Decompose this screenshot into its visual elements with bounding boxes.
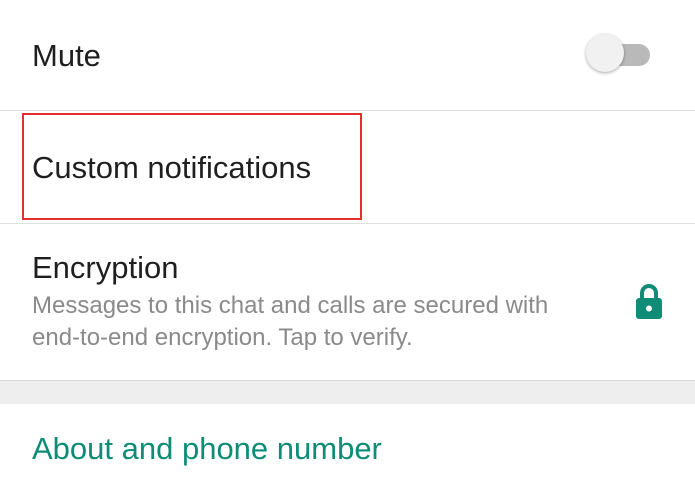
encryption-row[interactable]: Encryption Messages to this chat and cal… xyxy=(0,224,695,380)
section-separator xyxy=(0,380,695,404)
mute-toggle[interactable] xyxy=(586,34,652,74)
lock-icon xyxy=(636,284,662,319)
mute-row[interactable]: Mute xyxy=(0,0,695,110)
about-row[interactable]: About and phone number xyxy=(0,404,695,485)
about-and-phone-label: About and phone number xyxy=(32,431,382,466)
mute-label: Mute xyxy=(32,38,101,73)
encryption-label: Encryption xyxy=(32,250,179,285)
highlight-box xyxy=(22,113,362,220)
mute-toggle-thumb xyxy=(586,34,624,72)
encryption-description: Messages to this chat and calls are secu… xyxy=(32,292,549,351)
